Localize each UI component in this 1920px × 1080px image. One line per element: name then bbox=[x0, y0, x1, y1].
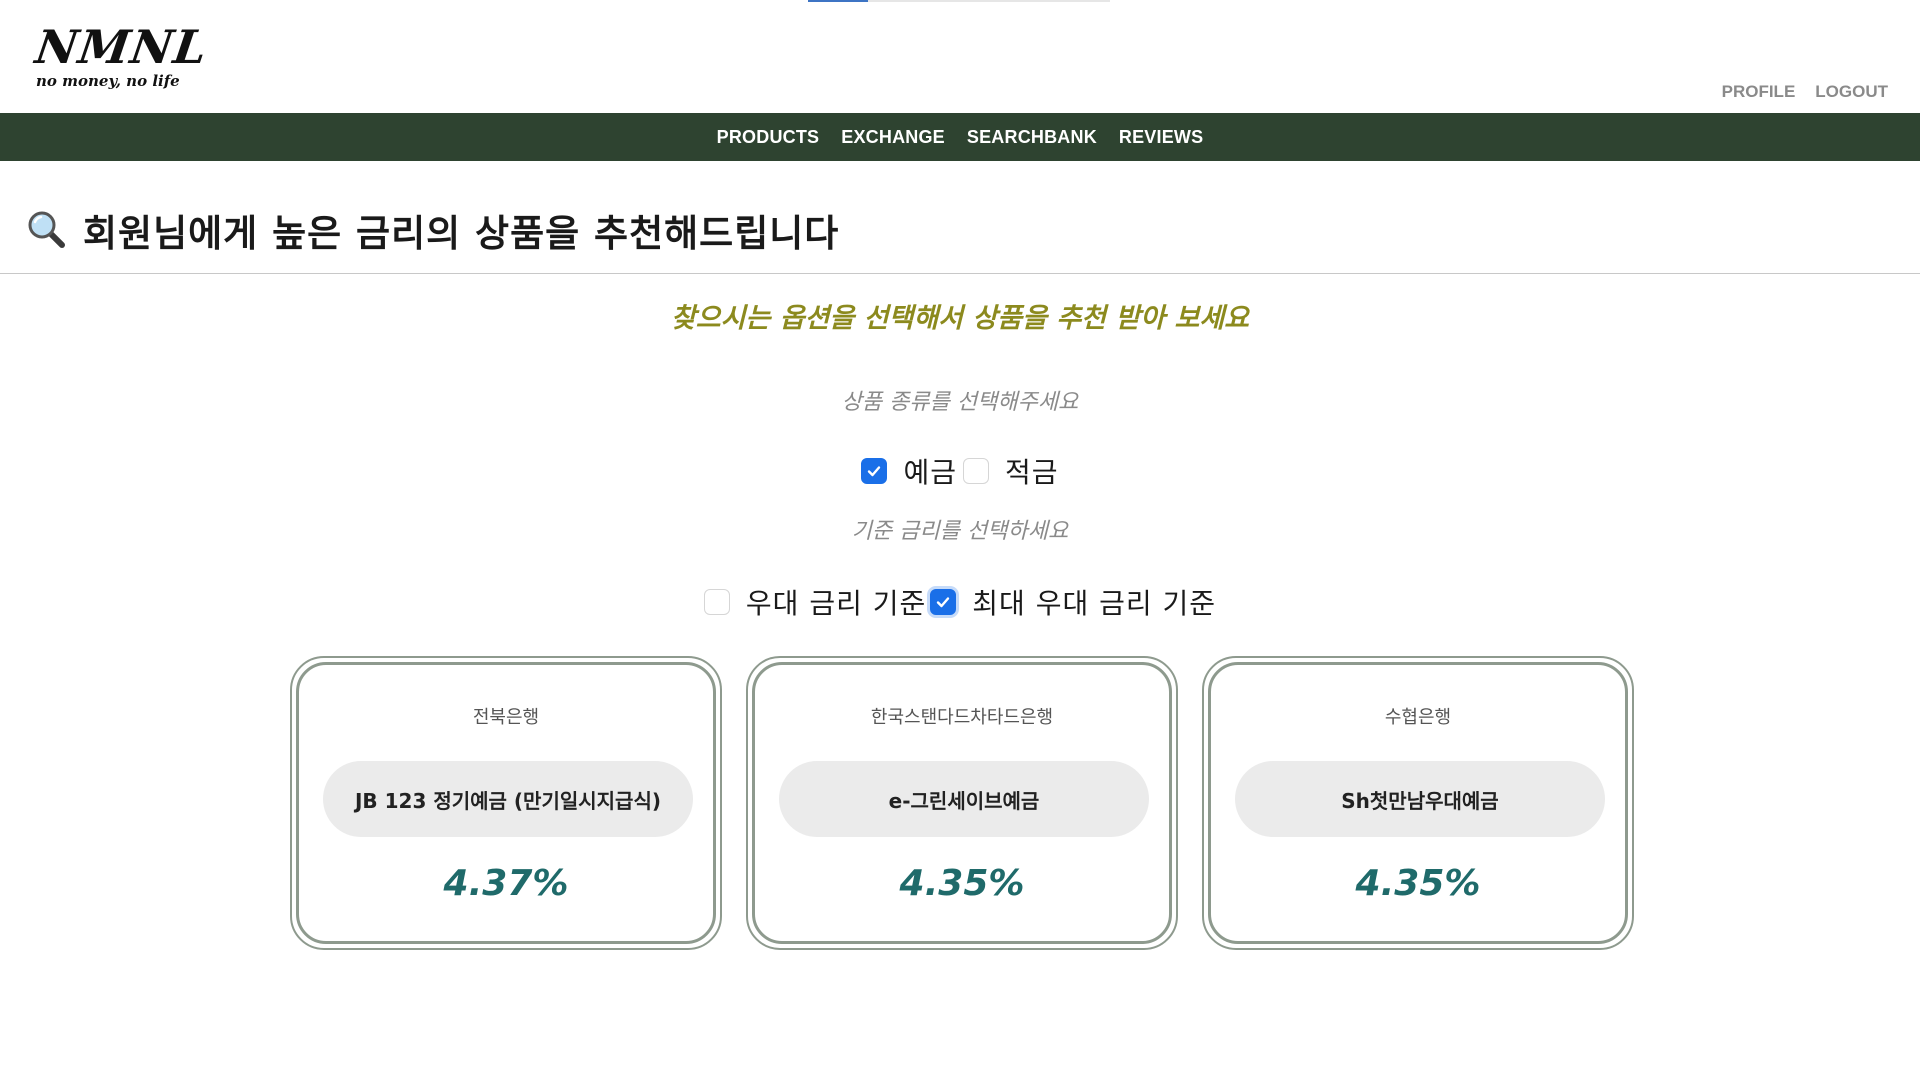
site-header: NMNL no money, no life PROFILE LOGOUT bbox=[0, 0, 1920, 113]
checkmark-icon bbox=[937, 597, 950, 608]
main-nav: PRODUCTS EXCHANGE SEARCHBANK REVIEWS bbox=[0, 113, 1920, 161]
interest-rate: 4.35% bbox=[899, 863, 1025, 904]
option-preferential-rate[interactable]: 우대 금리 기준 bbox=[703, 582, 927, 622]
option-savings[interactable]: 적금 bbox=[963, 451, 1059, 491]
deposit-checkbox[interactable] bbox=[861, 458, 888, 484]
nav-item-reviews[interactable]: REVIEWS bbox=[1119, 127, 1203, 148]
page-title: 회원님에게 높은 금리의 상품을 추천해드립니다 bbox=[83, 212, 840, 255]
nav-item-searchbank[interactable]: SEARCHBANK bbox=[967, 127, 1097, 148]
rate-basis-options: 우대 금리 기준 최대 우대 금리 기준 bbox=[0, 582, 1920, 622]
product-card-inner: 한국스탠다드차타드은행 e-그린세이브예금 4.35% bbox=[752, 662, 1172, 944]
magnifier-icon bbox=[28, 211, 65, 248]
user-links: PROFILE LOGOUT bbox=[1722, 82, 1888, 102]
savings-label: 적금 bbox=[1005, 456, 1059, 489]
product-card[interactable]: 전북은행 JB 123 정기예금 (만기일시지급식) 4.37% bbox=[290, 656, 722, 950]
deposit-label: 예금 bbox=[903, 456, 957, 489]
preferential-rate-checkbox[interactable] bbox=[703, 589, 730, 615]
page-heading: 회원님에게 높은 금리의 상품을 추천해드립니다 bbox=[0, 161, 1920, 274]
max-preferential-rate-checkbox[interactable] bbox=[930, 589, 957, 615]
rate-basis-label: 기준 금리를 선택하세요 bbox=[851, 519, 1069, 544]
product-card[interactable]: 수협은행 Sh첫만남우대예금 4.35% bbox=[1202, 656, 1634, 950]
bank-name: 수협은행 bbox=[1384, 707, 1452, 728]
interest-rate: 4.37% bbox=[443, 863, 569, 904]
page-subtitle: 찾으시는 옵션을 선택해서 상품을 추천 받아 보세요 bbox=[670, 303, 1250, 334]
product-type-options: 예금 적금 bbox=[0, 451, 1920, 491]
interest-rate: 4.35% bbox=[1355, 863, 1481, 904]
logout-link[interactable]: LOGOUT bbox=[1815, 82, 1888, 102]
logo-main-text: NMNL bbox=[32, 20, 212, 74]
product-card-inner: 전북은행 JB 123 정기예금 (만기일시지급식) 4.37% bbox=[296, 662, 716, 944]
site-logo[interactable]: NMNL no money, no life bbox=[32, 20, 211, 102]
product-type-label: 상품 종류를 선택해주세요 bbox=[841, 390, 1079, 415]
checkmark-icon bbox=[868, 466, 881, 477]
product-name[interactable]: e-그린세이브예금 bbox=[779, 761, 1149, 837]
product-card-inner: 수협은행 Sh첫만남우대예금 4.35% bbox=[1208, 662, 1628, 944]
profile-link[interactable]: PROFILE bbox=[1722, 82, 1796, 102]
bank-name: 전북은행 bbox=[472, 707, 540, 728]
product-name[interactable]: Sh첫만남우대예금 bbox=[1235, 761, 1605, 837]
savings-checkbox[interactable] bbox=[963, 458, 989, 484]
preferential-rate-label: 우대 금리 기준 bbox=[745, 587, 927, 620]
nav-item-products[interactable]: PRODUCTS bbox=[717, 127, 820, 148]
max-preferential-rate-label: 최대 우대 금리 기준 bbox=[972, 587, 1217, 620]
option-deposit[interactable]: 예금 bbox=[861, 451, 957, 491]
product-card[interactable]: 한국스탠다드차타드은행 e-그린세이브예금 4.35% bbox=[746, 656, 1178, 950]
nav-item-exchange[interactable]: EXCHANGE bbox=[841, 127, 945, 148]
option-max-preferential-rate[interactable]: 최대 우대 금리 기준 bbox=[930, 582, 1216, 622]
logo-tagline: no money, no life bbox=[36, 72, 180, 90]
result-cards: 전북은행 JB 123 정기예금 (만기일시지급식) 4.37% 한국스탠다드차… bbox=[290, 656, 1634, 950]
product-name[interactable]: JB 123 정기예금 (만기일시지급식) bbox=[323, 761, 693, 837]
bank-name: 한국스탠다드차타드은행 bbox=[870, 707, 1054, 728]
